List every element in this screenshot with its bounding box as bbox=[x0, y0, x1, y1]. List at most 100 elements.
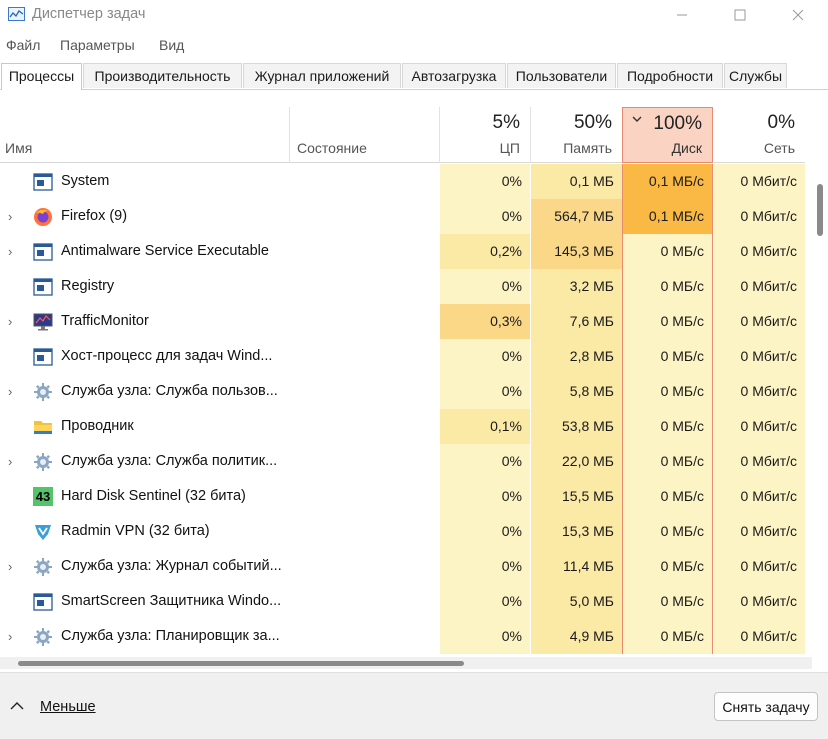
close-button[interactable] bbox=[775, 0, 821, 30]
process-row[interactable]: SmartScreen Защитника Windo... 0% 5,0 МБ 0 … bbox=[0, 584, 812, 619]
process-name: Служба узла: Служба пользов... bbox=[61, 383, 278, 399]
process-cpu: 0% bbox=[440, 444, 530, 479]
process-name: Проводник bbox=[61, 418, 134, 434]
process-row[interactable]: Хост-процесс для задач Wind... 0% 2,8 МБ 0 … bbox=[0, 339, 812, 374]
chevron-right-icon[interactable]: › bbox=[8, 444, 12, 479]
process-cpu: 0% bbox=[440, 339, 530, 374]
menu-file[interactable]: Файл bbox=[6, 37, 40, 53]
process-name: Firefox (9) bbox=[61, 208, 128, 224]
process-status bbox=[290, 444, 439, 479]
process-memory: 7,6 МБ bbox=[531, 304, 622, 339]
menu-options[interactable]: Параметры bbox=[60, 37, 135, 53]
process-memory: 145,3 МБ bbox=[531, 234, 622, 269]
process-name: SmartScreen Защитника Windo... bbox=[61, 593, 282, 609]
chevron-up-icon[interactable] bbox=[10, 701, 24, 711]
maximize-button[interactable] bbox=[717, 0, 763, 30]
process-name: Radmin VPN (32 бита) bbox=[61, 523, 210, 539]
chevron-right-icon[interactable]: › bbox=[8, 374, 12, 409]
minimize-button[interactable] bbox=[659, 0, 705, 30]
process-cpu: 0% bbox=[440, 269, 530, 304]
column-name-header[interactable]: Имя bbox=[0, 107, 289, 163]
process-disk: 0,1 МБ/с bbox=[623, 164, 712, 199]
process-name: Registry bbox=[61, 278, 115, 294]
process-cpu: 0,1% bbox=[440, 409, 530, 444]
process-network: 0 Мбит/с bbox=[714, 234, 805, 269]
disk-total-percent: 100% bbox=[653, 113, 702, 134]
process-row[interactable]: Radmin VPN (32 бита) 0% 15,3 МБ 0 МБ/с 0 Мби… bbox=[0, 514, 812, 549]
column-cpu-header[interactable]: 5% ЦП bbox=[440, 107, 530, 163]
column-disk-header[interactable]: 100% Диск bbox=[622, 107, 713, 163]
vertical-scroll-thumb[interactable] bbox=[817, 184, 823, 236]
process-row[interactable]: 43 Hard Disk Sentinel (32 бита) 0% 15,5 МБ 0… bbox=[0, 479, 812, 514]
firefox-icon bbox=[33, 207, 53, 226]
column-memory-header[interactable]: 50% Память bbox=[531, 107, 622, 163]
app-window-icon bbox=[33, 592, 53, 611]
process-disk: 0 МБ/с bbox=[623, 444, 712, 479]
process-row[interactable]: System 0% 0,1 МБ 0,1 МБ/с 0 Мбит/с bbox=[0, 164, 812, 199]
fewer-details-link[interactable]: Меньше bbox=[40, 699, 96, 715]
disk-column-border bbox=[712, 164, 713, 654]
sort-chevron-down-icon bbox=[632, 116, 642, 122]
process-disk: 0 МБ/с bbox=[623, 479, 712, 514]
process-disk: 0 МБ/с bbox=[623, 409, 712, 444]
process-row[interactable]: › Служба узла: Служба пользов... 0% 5,8 МБ 0… bbox=[0, 374, 812, 409]
maximize-icon bbox=[734, 9, 746, 21]
process-row[interactable]: › Antimalware Service Executable 0,2% 145,3… bbox=[0, 234, 812, 269]
hds-43-icon: 43 bbox=[33, 487, 53, 506]
process-disk: 0 МБ/с bbox=[623, 339, 712, 374]
process-memory: 5,8 МБ bbox=[531, 374, 622, 409]
process-row[interactable]: Registry 0% 3,2 МБ 0 МБ/с 0 Мбит/с bbox=[0, 269, 812, 304]
tab-details[interactable]: Подробности bbox=[617, 63, 723, 88]
process-cpu: 0,2% bbox=[440, 234, 530, 269]
horizontal-scrollbar[interactable] bbox=[0, 657, 812, 669]
process-row[interactable]: › Служба узла: Журнал событий... 0% 11,4 МБ… bbox=[0, 549, 812, 584]
memory-total-percent: 50% bbox=[573, 112, 612, 133]
process-network: 0 Мбит/с bbox=[714, 199, 805, 234]
process-status bbox=[290, 549, 439, 584]
process-name: Hard Disk Sentinel (32 бита) bbox=[61, 488, 246, 504]
process-row[interactable]: › Firefox (9) 0% 564,7 МБ 0,1 МБ/с 0 Мбит/с bbox=[0, 199, 812, 234]
process-memory: 11,4 МБ bbox=[531, 549, 622, 584]
process-status bbox=[290, 199, 439, 234]
disk-column-border bbox=[622, 164, 623, 654]
tab-app-history[interactable]: Журнал приложений bbox=[243, 63, 401, 88]
process-disk: 0 МБ/с bbox=[623, 374, 712, 409]
process-row[interactable]: › TrafficMonitor 0,3% 7,6 МБ 0 МБ/с 0 Мбит/с bbox=[0, 304, 812, 339]
process-status bbox=[290, 374, 439, 409]
process-network: 0 Мбит/с bbox=[714, 269, 805, 304]
process-cpu: 0% bbox=[440, 374, 530, 409]
tab-startup[interactable]: Автозагрузка bbox=[402, 63, 506, 88]
chevron-right-icon[interactable]: › bbox=[8, 304, 12, 339]
column-network-header[interactable]: 0% Сеть bbox=[714, 107, 805, 163]
process-row[interactable]: Проводник 0,1% 53,8 МБ 0 МБ/с 0 Мбит/с bbox=[0, 409, 812, 444]
end-task-button[interactable]: Снять задачу bbox=[714, 692, 818, 721]
tab-processes[interactable]: Процессы bbox=[1, 63, 82, 90]
process-name: Служба узла: Журнал событий... bbox=[61, 558, 282, 574]
process-memory: 4,9 МБ bbox=[531, 619, 622, 654]
horizontal-scroll-thumb[interactable] bbox=[18, 661, 464, 666]
chevron-right-icon[interactable]: › bbox=[8, 234, 12, 269]
menu-view[interactable]: Вид bbox=[159, 37, 184, 53]
column-cpu-label: ЦП bbox=[499, 140, 520, 156]
gear-icon bbox=[33, 557, 53, 576]
process-network: 0 Мбит/с bbox=[714, 164, 805, 199]
vertical-scrollbar[interactable] bbox=[815, 164, 825, 654]
process-status bbox=[290, 514, 439, 549]
tab-performance[interactable]: Производительность bbox=[83, 63, 242, 88]
process-memory: 5,0 МБ bbox=[531, 584, 622, 619]
process-row[interactable]: › Служба узла: Служба политик... 0% 22,0 МБ… bbox=[0, 444, 812, 479]
process-memory: 0,1 МБ bbox=[531, 164, 622, 199]
process-row[interactable]: › Служба узла: Планировщик за... 0% 4,9 МБ 0… bbox=[0, 619, 812, 654]
tab-users[interactable]: Пользователи bbox=[507, 63, 616, 88]
process-disk: 0 МБ/с bbox=[623, 514, 712, 549]
tab-services[interactable]: Службы bbox=[724, 63, 787, 88]
process-network: 0 Мбит/с bbox=[714, 339, 805, 374]
process-status bbox=[290, 409, 439, 444]
gear-icon bbox=[33, 452, 53, 471]
chevron-right-icon[interactable]: › bbox=[8, 549, 12, 584]
column-status-header[interactable]: Состояние bbox=[290, 107, 439, 163]
column-divider bbox=[439, 107, 440, 163]
chevron-right-icon[interactable]: › bbox=[8, 199, 12, 234]
close-icon bbox=[792, 9, 804, 21]
chevron-right-icon[interactable]: › bbox=[8, 619, 12, 654]
